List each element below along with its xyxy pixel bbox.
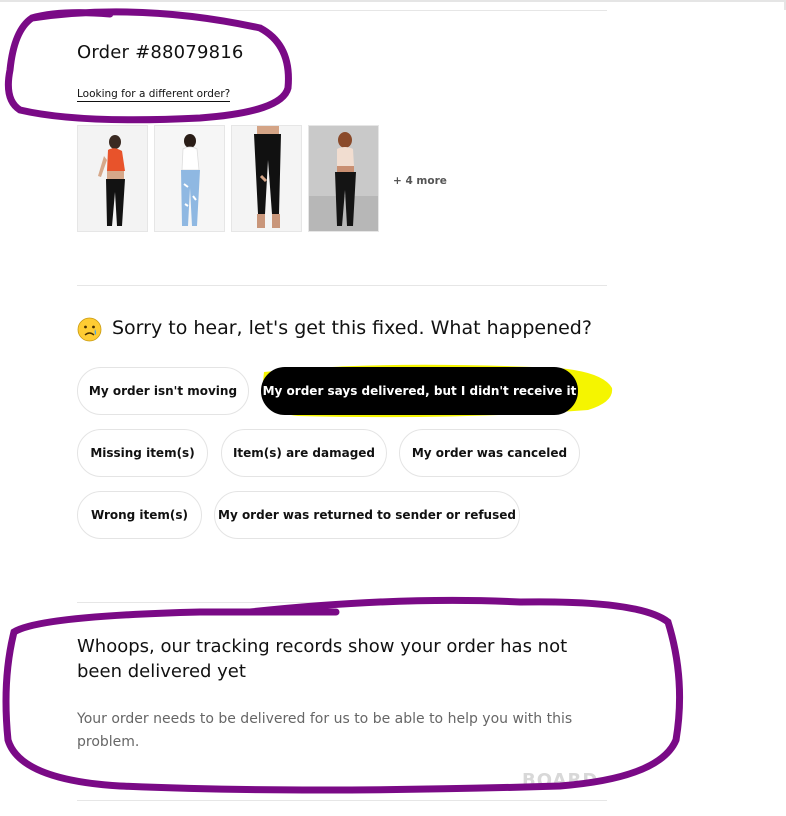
- question-heading: Sorry to hear, let's get this fixed. Wha…: [112, 317, 592, 339]
- watermark: BOARD: [522, 770, 599, 791]
- option-wrong-items[interactable]: Wrong item(s): [77, 491, 202, 539]
- order-title: Order #88079816: [77, 42, 244, 63]
- product-thumbnail-2[interactable]: [154, 125, 225, 232]
- option-missing-items[interactable]: Missing item(s): [77, 429, 208, 477]
- product-thumbnail-3[interactable]: [231, 125, 302, 232]
- top-divider: [0, 0, 786, 2]
- option-returned-or-refused[interactable]: My order was returned to sender or refus…: [214, 491, 520, 539]
- option-delivered-not-received[interactable]: My order says delivered, but I didn't re…: [261, 367, 578, 415]
- more-items-link[interactable]: + 4 more: [393, 175, 447, 187]
- section-divider-3: [77, 800, 607, 801]
- sad-tear-face-icon: [77, 317, 102, 342]
- option-order-canceled[interactable]: My order was canceled: [399, 429, 580, 477]
- product-thumbnail-4[interactable]: [308, 125, 379, 232]
- different-order-link[interactable]: Looking for a different order?: [77, 88, 231, 102]
- section-divider-1: [77, 285, 607, 286]
- page: Order #88079816 Looking for a different …: [0, 0, 786, 816]
- header-divider: [77, 10, 607, 11]
- option-order-not-moving[interactable]: My order isn't moving: [77, 367, 249, 415]
- section-divider-2: [77, 602, 607, 603]
- result-title: Whoops, our tracking records show your o…: [77, 636, 568, 682]
- option-items-damaged[interactable]: Item(s) are damaged: [221, 429, 387, 477]
- product-thumbnail-1[interactable]: [77, 125, 148, 232]
- result-message: Your order needs to be delivered for us …: [77, 711, 573, 750]
